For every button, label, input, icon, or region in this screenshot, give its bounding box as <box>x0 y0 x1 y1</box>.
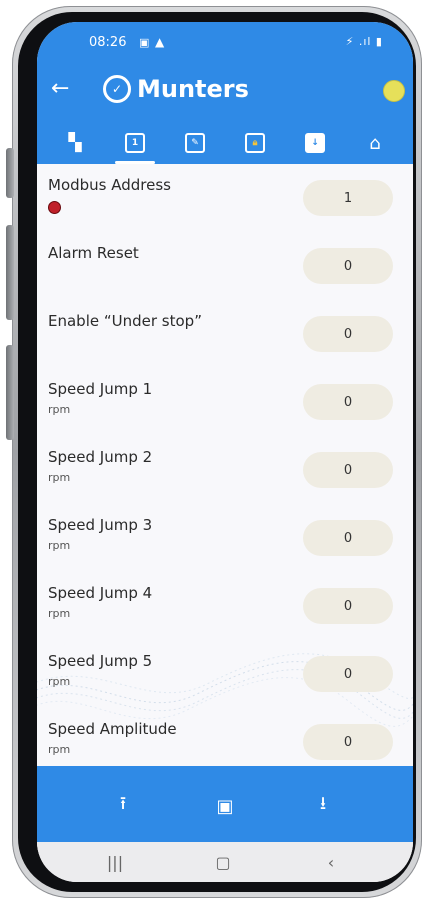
parameter-label: Speed Jump 3 <box>48 516 153 534</box>
tab-dashboard[interactable]: ▚ <box>49 122 101 164</box>
tab-remote[interactable]: ⌂ <box>349 122 401 164</box>
parameter-row: Speed Jump 2 rpm 0 <box>37 436 413 504</box>
tab-lock-settings[interactable]: 🔒︎ <box>229 122 281 164</box>
page-one-icon: 1 <box>125 133 145 153</box>
app-toolbar: ← ✓ Munters <box>37 72 413 112</box>
parameter-value-field[interactable]: 0 <box>303 588 393 624</box>
parameter-label: Speed Jump 1 <box>48 380 153 398</box>
download-box-icon: ↓ <box>305 133 325 153</box>
connection-status-dot <box>383 80 405 102</box>
tab-edit-settings[interactable]: ✎ <box>169 122 221 164</box>
recent-apps-icon[interactable]: ||| <box>95 848 135 876</box>
volume-button <box>6 148 14 198</box>
parameter-unit: rpm <box>48 471 71 484</box>
volume-button <box>6 225 14 320</box>
parameter-unit: rpm <box>48 607 71 620</box>
lock-settings-icon: 🔒︎ <box>245 133 265 153</box>
download-icon[interactable]: ⭳ <box>305 788 341 824</box>
brand-name: Munters <box>137 75 249 103</box>
parameter-unit: rpm <box>48 403 71 416</box>
parameter-row: Speed Jump 3 rpm 0 <box>37 504 413 572</box>
back-arrow-icon[interactable]: ← <box>51 76 69 101</box>
tab-page1[interactable]: 1 <box>109 122 161 164</box>
parameter-row: Speed Amplitude rpm 0 <box>37 708 413 766</box>
signal-battery-icons: ⚡ .ıl ▮ <box>345 35 383 48</box>
parameter-value-field[interactable]: 0 <box>303 452 393 488</box>
parameter-row: Speed Jump 5 rpm 0 <box>37 640 413 708</box>
image-notification-icon: ▣ <box>139 36 150 49</box>
app-screen: 08:26 ▣ ▲ ⚡ .ıl ▮ ← ✓ Munters ▚ 1 ✎ 🔒︎ ↓… <box>37 22 413 882</box>
parameter-label: Alarm Reset <box>48 244 139 262</box>
back-nav-icon[interactable]: ‹ <box>311 848 351 876</box>
parameter-row: Speed Jump 1 rpm 0 <box>37 368 413 436</box>
android-nav-bar: ||| ▢ ‹ <box>37 842 413 882</box>
save-icon[interactable]: ▣ <box>207 788 243 824</box>
parameter-label: Speed Jump 5 <box>48 652 153 670</box>
parameter-unit: rpm <box>48 539 71 552</box>
lock-indicator-icon <box>48 201 61 214</box>
parameter-row: Enable “Under stop” 0 <box>37 300 413 368</box>
parameter-unit: rpm <box>48 675 71 688</box>
parameter-value-field[interactable]: 1 <box>303 180 393 216</box>
tab-download[interactable]: ↓ <box>289 122 341 164</box>
munters-logo-icon: ✓ <box>103 75 131 103</box>
home-icon[interactable]: ▢ <box>203 848 243 876</box>
app-header: 08:26 ▣ ▲ ⚡ .ıl ▮ ← ✓ Munters ▚ 1 ✎ 🔒︎ ↓… <box>37 22 413 164</box>
edit-settings-icon: ✎ <box>185 133 205 153</box>
parameter-list[interactable]: Modbus Address 1 Alarm Reset 0 Enable “U… <box>37 164 413 766</box>
parameter-value-field[interactable]: 0 <box>303 656 393 692</box>
brand-logo: ✓ Munters <box>103 75 249 103</box>
power-button <box>6 345 14 440</box>
parameter-row: Speed Jump 4 rpm 0 <box>37 572 413 640</box>
parameter-label: Enable “Under stop” <box>48 312 202 330</box>
status-time: 08:26 <box>89 35 127 50</box>
tab-bar: ▚ 1 ✎ 🔒︎ ↓ ⌂ <box>49 122 401 164</box>
parameter-value-field[interactable]: 0 <box>303 248 393 284</box>
parameter-label: Modbus Address <box>48 176 171 194</box>
parameter-value-field[interactable]: 0 <box>303 724 393 760</box>
warning-icon: ▲ <box>155 35 165 49</box>
parameter-label: Speed Amplitude <box>48 720 177 738</box>
upload-icon[interactable]: ⭱ <box>105 788 141 824</box>
parameter-row: Modbus Address 1 <box>37 164 413 232</box>
parameter-row: Alarm Reset 0 <box>37 232 413 300</box>
action-footer: ⭱ ▣ ⭳ <box>37 766 413 842</box>
parameter-value-field[interactable]: 0 <box>303 384 393 420</box>
parameter-value-field[interactable]: 0 <box>303 316 393 352</box>
status-bar: 08:26 ▣ ▲ ⚡ .ıl ▮ <box>89 35 383 53</box>
remote-control-icon: ⌂ <box>369 132 381 154</box>
parameter-unit: rpm <box>48 743 71 756</box>
parameter-value-field[interactable]: 0 <box>303 520 393 556</box>
parameter-label: Speed Jump 2 <box>48 448 153 466</box>
grid-icon: ▚ <box>68 133 82 153</box>
parameter-label: Speed Jump 4 <box>48 584 153 602</box>
